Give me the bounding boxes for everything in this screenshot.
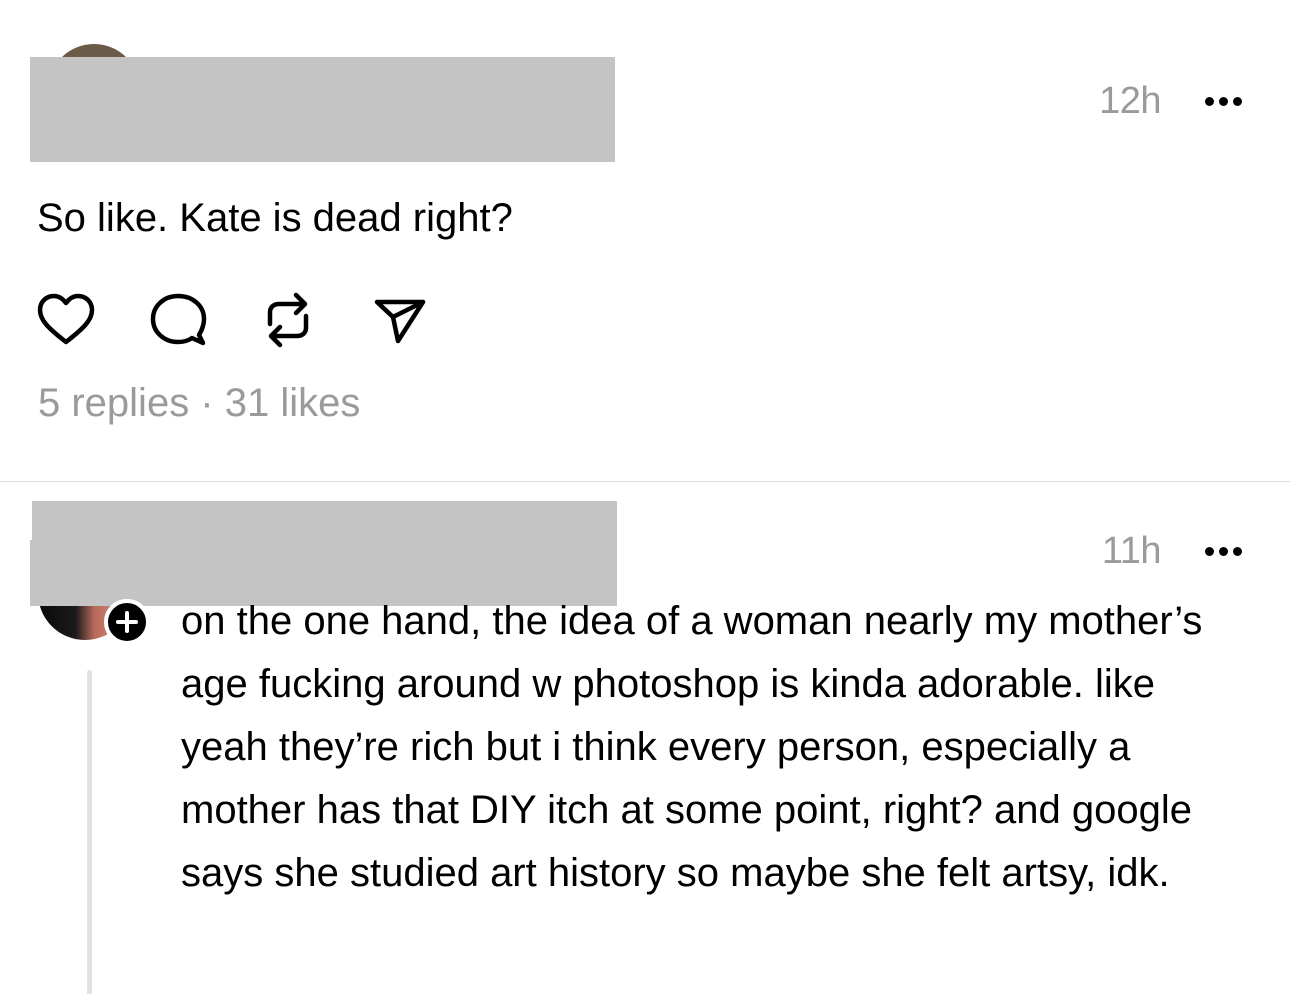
reply-button[interactable] xyxy=(148,290,208,350)
like-button[interactable] xyxy=(36,290,96,350)
follow-button[interactable] xyxy=(104,599,150,645)
thread-view: 12h So like. Kate is dead right? 5 repli… xyxy=(0,0,1290,994)
heart-icon xyxy=(37,293,95,345)
more-icon xyxy=(1205,546,1214,556)
more-icon xyxy=(1205,96,1214,106)
share-button[interactable] xyxy=(370,290,430,350)
divider xyxy=(0,481,1290,482)
repost-icon xyxy=(267,292,309,348)
more-options-button[interactable] xyxy=(1205,91,1242,112)
more-options-button[interactable] xyxy=(1205,541,1242,562)
repost-button[interactable] xyxy=(258,290,318,350)
post-text: So like. Kate is dead right? xyxy=(37,196,513,240)
redacted-username xyxy=(30,57,615,162)
post-actions xyxy=(36,290,430,350)
post-timestamp: 11h xyxy=(1101,529,1162,572)
plus-icon xyxy=(116,611,138,633)
comment-icon xyxy=(150,293,207,346)
send-icon xyxy=(374,299,426,344)
post-meta: 12h xyxy=(1099,76,1242,126)
post-timestamp: 12h xyxy=(1099,79,1161,122)
post-meta: 11h xyxy=(1102,526,1242,576)
post-stats[interactable]: 5 replies · 31 likes xyxy=(38,381,360,426)
thread-line xyxy=(87,670,92,994)
post-text: on the one hand, the idea of a woman nea… xyxy=(181,599,1203,895)
